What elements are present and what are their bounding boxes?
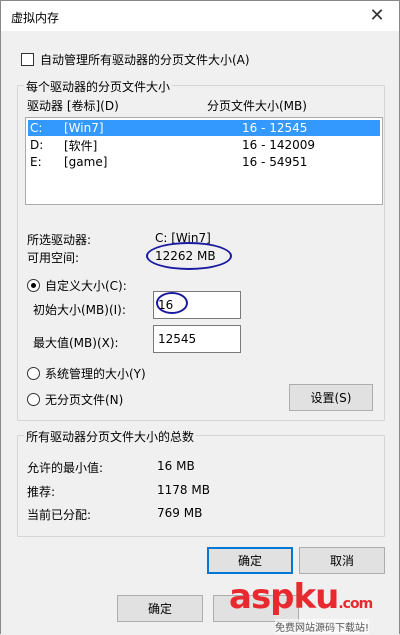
drive-paging-size: 16 - 54951 [242,155,308,169]
selected-drive-value: C: [Win7] [155,231,211,245]
system-managed-radio-row[interactable]: 系统管理的大小(Y) [27,365,146,382]
drive-label: [Win7] [64,121,104,135]
watermark-subtitle: 免费网站源码下载站! [275,619,370,634]
drive-letter: E: [30,155,42,169]
drive-list[interactable]: C: [Win7] 16 - 12545 D: [软件] 16 - 142009… [25,117,383,205]
virtual-memory-dialog: 虚拟内存 ✕ 自动管理所有驱动器的分页文件大小(A) 每个驱动器的分页文件大小 … [0,0,400,635]
min-allowed-label: 允许的最小值: [27,461,104,475]
free-space-value: 12262 MB [155,249,216,263]
no-paging-radio[interactable] [27,393,40,406]
drive-row-c[interactable]: C: [Win7] 16 - 12545 [28,120,380,136]
totals-group-label: 所有驱动器分页文件大小的总数 [24,428,197,445]
window-title: 虚拟内存 [11,11,60,25]
per-drive-group-label: 每个驱动器的分页文件大小 [24,78,173,95]
drive-paging-size: 16 - 142009 [242,138,316,152]
max-size-label: 最大值(MB)(X): [33,336,119,350]
custom-size-radio[interactable] [27,279,40,292]
recommended-value: 1178 MB [157,483,210,497]
system-managed-label: 系统管理的大小(Y) [45,367,146,381]
drive-letter: D: [30,138,44,152]
min-allowed-value: 16 MB [157,459,195,473]
aspku-watermark: aspku.com 免费网站源码下载站! [229,567,399,635]
auto-manage-checkbox[interactable] [21,53,34,66]
no-paging-label: 无分页文件(N) [45,393,124,407]
initial-size-label: 初始大小(MB)(I): [33,303,126,317]
auto-manage-checkbox-row[interactable]: 自动管理所有驱动器的分页文件大小(A) [21,51,250,68]
close-icon[interactable]: ✕ [363,5,391,27]
no-paging-radio-row[interactable]: 无分页文件(N) [27,391,123,408]
selected-drive-label: 所选驱动器: [27,233,92,247]
column-header-drive: 驱动器 [卷标](D) [27,99,119,113]
current-allocated-label: 当前已分配: [27,508,92,522]
title-bar: 虚拟内存 ✕ [1,1,399,31]
initial-size-input[interactable] [153,291,241,319]
custom-size-radio-row[interactable]: 自定义大小(C): [27,277,127,294]
recommended-label: 推荐: [27,485,56,499]
current-allocated-value: 769 MB [157,506,203,520]
watermark-logo: aspku.com [229,577,373,617]
parent-ok-button[interactable]: 确定 [117,595,203,622]
drive-row-d[interactable]: D: [软件] 16 - 142009 [28,137,380,153]
free-space-label: 可用空间: [27,251,80,265]
set-button[interactable]: 设置(S) [289,384,373,411]
drive-paging-size: 16 - 12545 [242,121,308,135]
max-size-input[interactable] [153,325,241,353]
drive-letter: C: [30,121,43,135]
column-header-size: 分页文件大小(MB) [207,99,307,113]
system-managed-radio[interactable] [27,367,40,380]
drive-label: [game] [64,155,108,169]
drive-label: [软件] [64,138,98,153]
drive-row-e[interactable]: E: [game] 16 - 54951 [28,154,380,170]
custom-size-label: 自定义大小(C): [45,279,127,293]
auto-manage-label: 自动管理所有驱动器的分页文件大小(A) [40,53,250,67]
